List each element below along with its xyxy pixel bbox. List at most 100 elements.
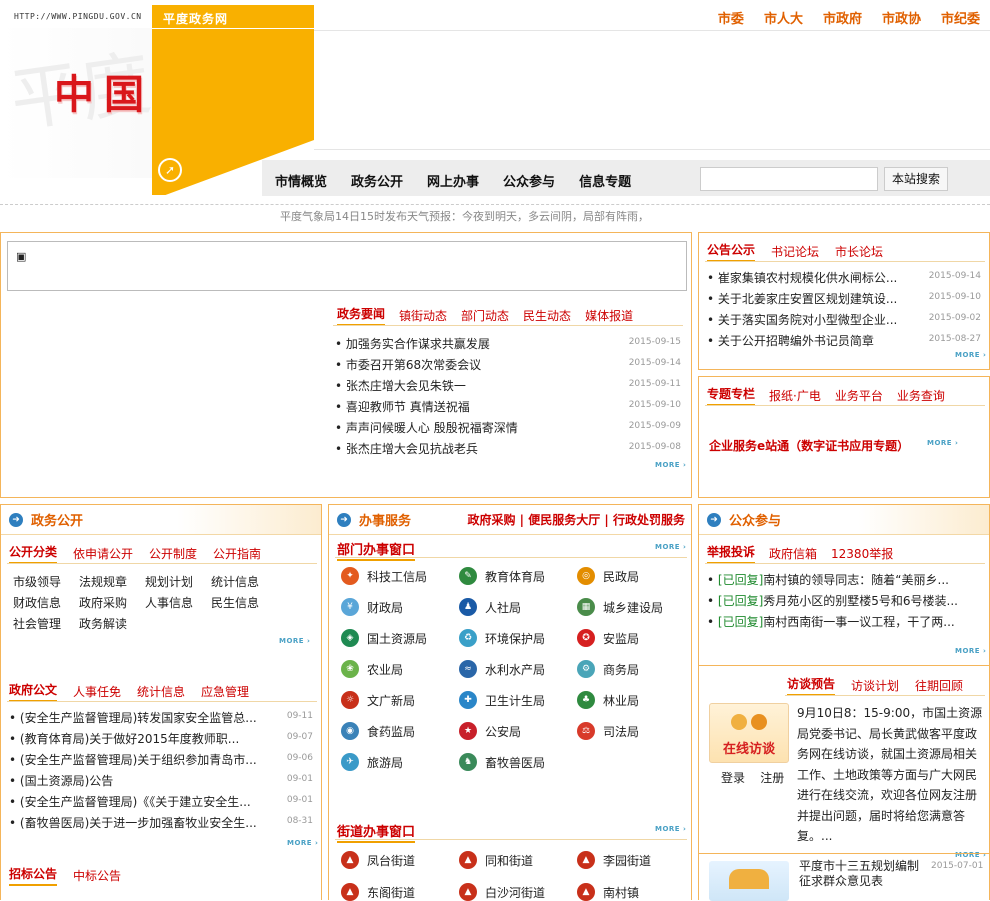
street-item[interactable]: ▲ 凤台街道: [341, 851, 459, 869]
list-item[interactable]: • 关于落实国务院对小型微型企业... 2015-09-02: [707, 311, 981, 332]
search-button[interactable]: 本站搜索: [884, 167, 948, 191]
list-item[interactable]: • (畜牧兽医局)关于进一步加强畜牧业安全生... 08-31: [9, 814, 313, 835]
street-item[interactable]: ▲ 白沙河街道: [459, 883, 577, 901]
dept-item[interactable]: ★ 公安局: [459, 722, 577, 740]
dept-item[interactable]: ◎ 民政局: [577, 567, 695, 585]
list-item[interactable]: • 声声问候暖人心 殷殷祝福寄深情 2015-09-09: [335, 419, 681, 440]
nav-item-4[interactable]: 信息专题: [579, 171, 631, 190]
dept-item[interactable]: ♻ 环境保护局: [459, 629, 577, 647]
service-hall-link[interactable]: 便民服务大厅: [528, 513, 600, 527]
dept-item[interactable]: ✈ 旅游局: [341, 753, 459, 771]
tab-news-2[interactable]: 部门动态: [461, 307, 509, 324]
dept-item[interactable]: ◉ 食药监局: [341, 722, 459, 740]
dept-item[interactable]: ☼ 文广新局: [341, 691, 459, 709]
top-link-3[interactable]: 市政协: [882, 8, 921, 27]
tab-docs-2[interactable]: 统计信息: [137, 683, 185, 700]
penalty-link[interactable]: 行政处罚服务: [613, 513, 685, 527]
tab-news-4[interactable]: 媒体报道: [585, 307, 633, 324]
more-link[interactable]: MORE ›: [279, 637, 310, 645]
tab-docs-3[interactable]: 应急管理: [201, 683, 249, 700]
search-input[interactable]: [700, 167, 878, 191]
tab-news-1[interactable]: 镇街动态: [399, 307, 447, 324]
list-item[interactable]: • 喜迎教师节 真情送祝福 2015-09-10: [335, 398, 681, 419]
top-link-0[interactable]: 市委: [718, 8, 744, 27]
dept-item[interactable]: ✚ 卫生计生局: [459, 691, 577, 709]
tab-notice-2[interactable]: 市长论坛: [835, 243, 883, 260]
tab-open-0[interactable]: 公开分类: [9, 543, 58, 564]
category-link[interactable]: 人事信息: [145, 594, 211, 611]
tab-public-0[interactable]: 举报投诉: [707, 543, 756, 564]
dept-item[interactable]: ◈ 国土资源局: [341, 629, 459, 647]
top-link-2[interactable]: 市政府: [823, 8, 862, 27]
dept-item[interactable]: ⚙ 商务局: [577, 660, 695, 678]
street-item[interactable]: ▲ 同和街道: [459, 851, 577, 869]
tab-notice-1[interactable]: 书记论坛: [771, 243, 819, 260]
tab-topic-1[interactable]: 报纸·广电: [769, 387, 821, 404]
category-link[interactable]: 社会管理: [13, 615, 79, 632]
top-link-1[interactable]: 市人大: [764, 8, 803, 27]
category-link[interactable]: 市级领导: [13, 573, 79, 590]
nav-item-0[interactable]: 市情概览: [275, 171, 327, 190]
list-item[interactable]: • 关于公开招聘编外书记员简章 2015-08-27: [707, 332, 981, 353]
tab-interview-0[interactable]: 访谈预告: [787, 675, 836, 696]
dept-item[interactable]: ✪ 安监局: [577, 629, 695, 647]
dept-item[interactable]: ¥ 财政局: [341, 598, 459, 616]
survey-title[interactable]: 平度市十三五规划编制征求群众意见表: [799, 859, 929, 889]
feature-link[interactable]: 企业服务e站通（数字证书应用专题）: [709, 437, 909, 454]
dept-item[interactable]: ❀ 农业局: [341, 660, 459, 678]
category-link[interactable]: 民生信息: [211, 594, 277, 611]
nav-item-3[interactable]: 公众参与: [503, 171, 555, 190]
tab-topic-3[interactable]: 业务查询: [897, 387, 945, 404]
dept-item[interactable]: ♣ 林业局: [577, 691, 695, 709]
register-link[interactable]: 注册: [760, 771, 784, 785]
list-item[interactable]: • 市委召开第68次常委会议 2015-09-14: [335, 356, 681, 377]
more-link[interactable]: MORE ›: [955, 647, 986, 655]
procurement-link[interactable]: 政府采购: [467, 513, 515, 527]
dept-item[interactable]: ✎ 教育体育局: [459, 567, 577, 585]
more-link[interactable]: MORE ›: [655, 825, 686, 833]
list-item[interactable]: • 关于北姜家庄安置区规划建筑设... 2015-09-10: [707, 290, 981, 311]
list-item[interactable]: • (国土资源局)公告 09-01: [9, 772, 313, 793]
list-item[interactable]: • (安全生产监督管理局)关于组织参加青岛市... 09-06: [9, 751, 313, 772]
top-link-4[interactable]: 市纪委: [941, 8, 980, 27]
list-item[interactable]: • (安全生产监督管理局)转发国家安全监管总... 09-11: [9, 709, 313, 730]
list-item[interactable]: • (安全生产监督管理局)《《关于建立安全生... 09-01: [9, 793, 313, 814]
tab-open-2[interactable]: 公开制度: [149, 545, 197, 562]
tab-interview-1[interactable]: 访谈计划: [851, 677, 899, 694]
survey-badge[interactable]: [709, 861, 789, 901]
more-link[interactable]: MORE ›: [655, 543, 686, 551]
more-link[interactable]: MORE ›: [955, 351, 986, 359]
category-link[interactable]: 规划计划: [145, 573, 211, 590]
tab-topic-0[interactable]: 专题专栏: [707, 385, 756, 406]
tab-public-2[interactable]: 12380举报: [831, 545, 893, 562]
more-link[interactable]: MORE ›: [927, 439, 958, 447]
nav-item-2[interactable]: 网上办事: [427, 171, 479, 190]
dept-item[interactable]: ▦ 城乡建设局: [577, 598, 695, 616]
category-link[interactable]: 政务解读: [79, 615, 145, 632]
list-item[interactable]: • 加强务实合作谋求共赢发展 2015-09-15: [335, 335, 681, 356]
street-item[interactable]: ▲ 李园街道: [577, 851, 695, 869]
category-link[interactable]: 统计信息: [211, 573, 277, 590]
list-item[interactable]: • (教育体育局)关于做好2015年度教师职... 09-07: [9, 730, 313, 751]
street-item[interactable]: ▲ 南村镇: [577, 883, 695, 901]
interview-badge[interactable]: 在线访谈: [709, 703, 789, 763]
more-link[interactable]: MORE ›: [287, 839, 318, 847]
list-item[interactable]: • 张杰庄增大会见朱铁一 2015-09-11: [335, 377, 681, 398]
dept-item[interactable]: ⚖ 司法局: [577, 722, 695, 740]
dept-item[interactable]: ≈ 水利水产局: [459, 660, 577, 678]
tab-tender-1[interactable]: 中标公告: [73, 867, 121, 884]
tab-interview-2[interactable]: 往期回顾: [915, 677, 963, 694]
category-link[interactable]: 政府采购: [79, 594, 145, 611]
category-link[interactable]: 法规规章: [79, 573, 145, 590]
tab-notice-0[interactable]: 公告公示: [707, 241, 756, 262]
list-item[interactable]: • 张杰庄增大会见抗战老兵 2015-09-08: [335, 440, 681, 461]
street-item[interactable]: ▲ 东阁街道: [341, 883, 459, 901]
tab-news-0[interactable]: 政务要闻: [337, 305, 386, 326]
nav-item-1[interactable]: 政务公开: [351, 171, 403, 190]
list-item[interactable]: • [已回复]南村西南街一事一议工程，干了两...: [707, 613, 983, 634]
tab-docs-0[interactable]: 政府公文: [9, 681, 58, 702]
login-link[interactable]: 登录: [721, 771, 745, 785]
dept-item[interactable]: ✦ 科技工信局: [341, 567, 459, 585]
tab-tender-0[interactable]: 招标公告: [9, 865, 58, 886]
tab-docs-1[interactable]: 人事任免: [73, 683, 121, 700]
